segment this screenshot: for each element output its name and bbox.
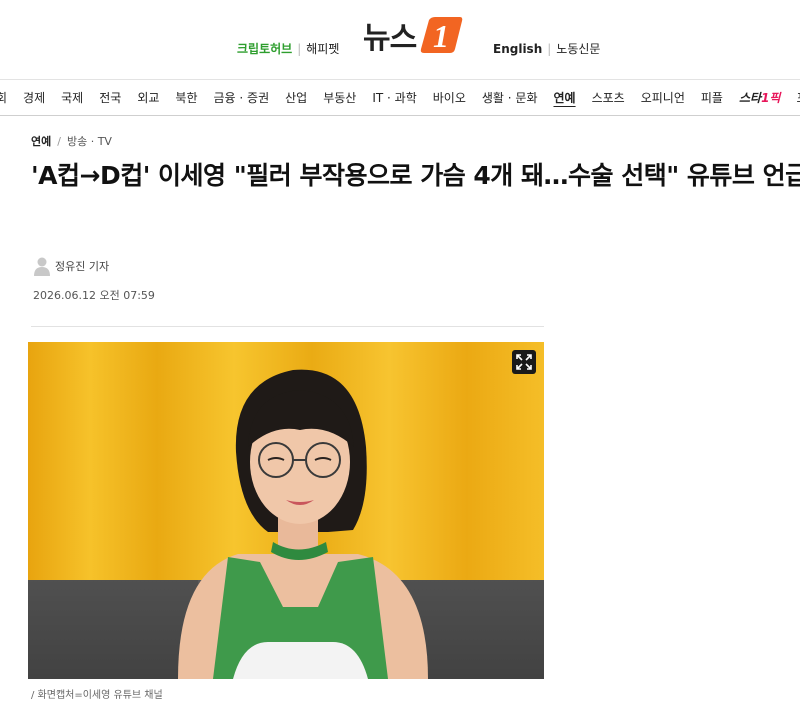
nav-item-people[interactable]: 피플 [693,89,731,106]
labor-news-link[interactable]: 노동신문 [556,40,600,57]
star-label: 스타 [738,91,762,105]
breadcrumb-separator: / [57,134,61,148]
nav-item-finance[interactable]: 금융 · 증권 [206,89,278,106]
nav-item-it-science[interactable]: IT · 과학 [364,89,424,106]
header-left-links: 크립토허브 | 해피펫 [237,40,339,57]
nav-item-entertainment[interactable]: 연예 [545,89,583,106]
expand-photo-button[interactable] [512,350,536,374]
happypet-link[interactable]: 해피펫 [306,40,339,57]
breadcrumb: 연예 / 방송 · TV [31,133,112,149]
crypto-hub-link[interactable]: 크립토허브 [237,40,292,57]
nav-item-society[interactable]: 회 [0,89,15,106]
nav-item-international[interactable]: 국제 [53,89,91,106]
header-right-links: English | 노동신문 [493,40,600,57]
nav-item-national[interactable]: 전국 [91,89,129,106]
photo-illustration [28,342,544,679]
nav-item-opinion[interactable]: 오피니언 [633,89,693,106]
byline: 정유진 기자 [33,256,109,276]
nav-item-bio[interactable]: 바이오 [425,89,474,106]
author-name[interactable]: 정유진 기자 [55,258,109,274]
nav-item-life-culture[interactable]: 생활 · 문화 [474,89,546,106]
nav-item-north-korea[interactable]: 북한 [167,89,205,106]
article-photo[interactable] [28,342,544,679]
nav-item-industry[interactable]: 산업 [277,89,315,106]
breadcrumb-subcategory[interactable]: 방송 · TV [67,133,112,149]
nav-item-photo[interactable]: 포토 [788,89,800,106]
article-title: 'A컵→D컵' 이세영 "필러 부작용으로 가슴 4개 돼…수술 선택" 유튜브… [31,161,800,190]
nav-item-real-estate[interactable]: 부동산 [315,89,364,106]
logo-text: 뉴스 [363,21,417,56]
nav-item-diplomacy[interactable]: 외교 [129,89,167,106]
publish-timestamp: 2026.06.12 오전 07:59 [33,289,155,302]
user-avatar-icon [34,257,50,276]
link-separator: | [297,41,302,56]
breadcrumb-category[interactable]: 연예 [31,133,51,149]
header-divider [31,326,544,327]
nav-item-sports[interactable]: 스포츠 [584,89,633,106]
expand-icon [516,354,532,370]
main-nav: 회 경제 국제 전국 외교 북한 금융 · 증권 산업 부동산 IT · 과학 … [0,79,800,116]
svg-text:1: 1 [433,18,449,54]
star-pick-badge: 1픽 [761,91,781,105]
nav-item-economy[interactable]: 경제 [15,89,53,106]
site-logo[interactable]: 뉴스 1 [363,13,463,57]
logo-one-badge-icon: 1 [421,17,463,54]
site-header: 크립토허브 | 해피펫 뉴스 1 English | 노동신문 [0,0,800,78]
english-link[interactable]: English [493,42,542,56]
photo-caption: / 화면캡처=이세영 유튜브 채널 [31,690,163,701]
link-separator: | [547,41,552,56]
nav-item-star-pick[interactable]: 스타1픽 [731,89,788,106]
